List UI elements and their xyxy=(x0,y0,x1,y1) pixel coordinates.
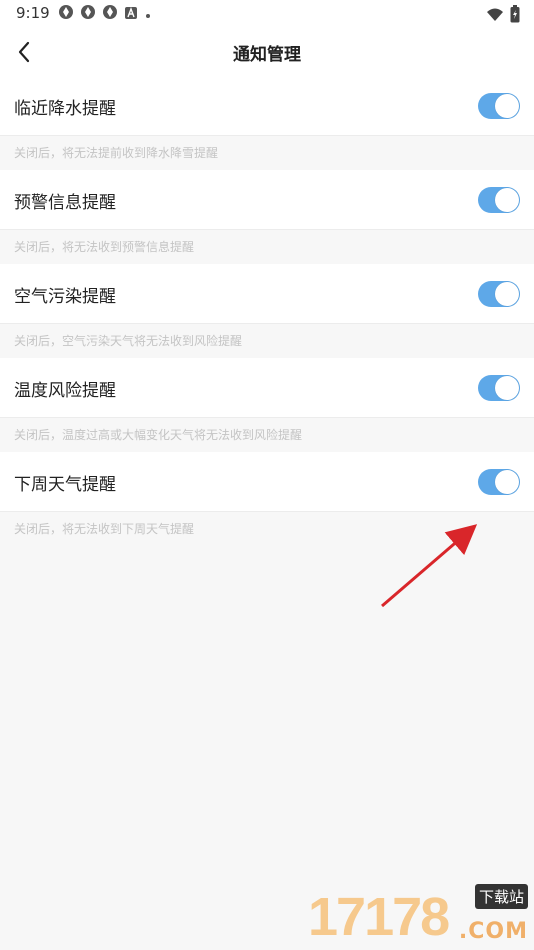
watermark-digits: 17178 xyxy=(308,887,450,947)
watermark-com: .COM xyxy=(458,919,528,944)
setting-row-precipitation: 临近降水提醒 xyxy=(0,76,534,136)
setting-hint-text: 关闭后，将无法收到下周天气提醒 xyxy=(14,522,195,536)
setting-row-next-week: 下周天气提醒 xyxy=(0,452,534,512)
toggle-knob xyxy=(495,94,519,118)
warning-toggle[interactable] xyxy=(478,187,520,213)
top-app-bar: 通知管理 xyxy=(0,28,534,76)
app-icon xyxy=(80,4,96,24)
setting-label: 临近降水提醒 xyxy=(14,99,116,119)
watermark-badge: 下载站 xyxy=(474,884,528,909)
notification-settings-list: 临近降水提醒 关闭后，将无法提前收到降水降雪提醒 预警信息提醒 关闭后，将无法收… xyxy=(0,76,534,546)
setting-hint-text: 关闭后，温度过高或大幅变化天气将无法收到风险提醒 xyxy=(14,428,303,442)
setting-hint: 关闭后，温度过高或大幅变化天气将无法收到风险提醒 xyxy=(0,418,534,452)
page-title: 通知管理 xyxy=(233,45,301,65)
setting-hint-text: 关闭后，将无法提前收到降水降雪提醒 xyxy=(14,146,219,160)
setting-label: 空气污染提醒 xyxy=(14,287,116,307)
wifi-icon xyxy=(486,7,504,26)
status-notification-icons xyxy=(58,4,158,24)
setting-label: 下周天气提醒 xyxy=(14,475,116,495)
setting-label: 温度风险提醒 xyxy=(14,381,116,401)
a-icon xyxy=(124,5,138,24)
next-week-toggle[interactable] xyxy=(478,469,520,495)
toggle-knob xyxy=(495,470,519,494)
status-system-icons xyxy=(480,5,520,27)
setting-hint: 关闭后，将无法收到下周天气提醒 xyxy=(0,512,534,546)
status-bar: 9:19 xyxy=(0,0,534,28)
setting-row-warning: 预警信息提醒 xyxy=(0,170,534,230)
app-icon xyxy=(102,4,118,24)
toggle-knob xyxy=(495,188,519,212)
setting-label: 预警信息提醒 xyxy=(14,193,116,213)
setting-hint-text: 关闭后，空气污染天气将无法收到风险提醒 xyxy=(14,334,243,348)
temperature-toggle[interactable] xyxy=(478,375,520,401)
air-pollution-toggle[interactable] xyxy=(478,281,520,307)
setting-hint: 关闭后，将无法收到预警信息提醒 xyxy=(0,230,534,264)
precipitation-toggle[interactable] xyxy=(478,93,520,119)
setting-hint: 关闭后，将无法提前收到降水降雪提醒 xyxy=(0,136,534,170)
setting-row-air-pollution: 空气污染提醒 xyxy=(0,264,534,324)
setting-row-temperature: 温度风险提醒 xyxy=(0,358,534,418)
toggle-knob xyxy=(495,282,519,306)
battery-icon xyxy=(510,5,520,27)
app-icon xyxy=(58,4,74,24)
setting-hint-text: 关闭后，将无法收到预警信息提醒 xyxy=(14,240,195,254)
toggle-knob xyxy=(495,376,519,400)
watermark-logo: 17178 下载站 .COM xyxy=(308,884,528,948)
status-time: 9:19 xyxy=(16,4,50,22)
dot-icon xyxy=(144,5,152,24)
setting-hint: 关闭后，空气污染天气将无法收到风险提醒 xyxy=(0,324,534,358)
